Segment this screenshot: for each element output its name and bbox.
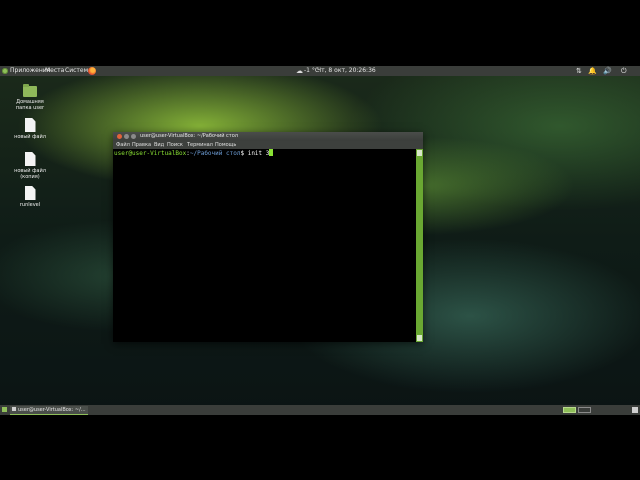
taskbar-item-terminal[interactable]: user@user-VirtualBox: ~/... [10,406,88,415]
desktop-icon-label: runlevel [19,202,41,208]
scrollbar-down-arrow[interactable] [417,335,422,341]
menu-help[interactable]: Помощь [215,141,236,149]
show-desktop-icon[interactable] [2,407,7,412]
menu-file[interactable]: Файл [116,141,130,149]
desktop: Приложения Места Система ☁ -1 °С Чт, 8 о… [0,66,640,415]
terminal-title: user@user-VirtualBox: ~/Рабочий стол [140,133,238,139]
notifications-icon[interactable]: 🔔 [588,66,597,76]
scrollbar-up-arrow[interactable] [417,150,422,156]
terminal-icon [12,407,16,411]
close-icon[interactable] [117,134,122,139]
power-icon[interactable]: ⏻ [621,66,627,76]
menu-places[interactable]: Места [45,66,64,76]
volume-icon[interactable]: 🔊 [603,66,612,76]
clock[interactable]: Чт, 8 окт, 20:26:36 [317,66,376,76]
firefox-icon[interactable] [88,67,96,75]
terminal-window[interactable]: user@user-VirtualBox: ~/Рабочий стол Фай… [113,132,423,342]
weather-icon: ☁ [296,67,303,75]
file-icon [24,118,36,132]
minimize-icon[interactable] [124,134,129,139]
menu-search[interactable]: Поиск [167,141,183,149]
trash-icon[interactable] [632,407,638,413]
desktop-icon-home-folder[interactable]: Домашняя папка user [8,84,52,111]
bottom-panel: user@user-VirtualBox: ~/... [0,405,640,415]
menu-view[interactable]: Вид [154,141,164,149]
desktop-icon-new-file[interactable]: новый файл [8,118,52,140]
text-cursor [269,149,274,156]
mint-logo-icon[interactable] [2,68,8,74]
prompt-user: user@user-VirtualBox [114,150,187,157]
maximize-icon[interactable] [131,134,136,139]
taskbar-item-label: user@user-VirtualBox: ~/... [18,407,86,413]
file-icon [24,186,36,200]
desktop-icon-runlevel[interactable]: runlevel [8,186,52,208]
prompt-path: ~/Рабочий стол [189,150,241,157]
folder-icon [23,84,37,97]
menu-edit[interactable]: Правка [132,141,151,149]
network-icon[interactable]: ⇅ [576,66,582,76]
workspace-1[interactable] [563,407,576,413]
terminal-titlebar[interactable]: user@user-VirtualBox: ~/Рабочий стол [113,132,423,141]
desktop-icon-label: новый файл (копия) [14,168,46,180]
prompt-end: $ [240,150,245,157]
terminal-output[interactable]: user@user-VirtualBox:~/Рабочий стол$ ini… [113,149,417,342]
terminal-scrollbar[interactable] [416,149,423,342]
desktop-icon-label: новый файл [14,134,46,140]
file-icon [24,152,36,166]
desktop-icon-new-file-copy[interactable]: новый файл (копия) [8,152,52,180]
desktop-icon-label: Домашняя папка user [15,99,45,111]
terminal-menubar: Файл Правка Вид Поиск Терминал Помощь [113,141,423,149]
top-panel: Приложения Места Система ☁ -1 °С Чт, 8 о… [0,66,640,76]
command-text[interactable]: init 3 [248,150,270,157]
menu-terminal[interactable]: Терминал [187,141,213,149]
workspace-2[interactable] [578,407,591,413]
